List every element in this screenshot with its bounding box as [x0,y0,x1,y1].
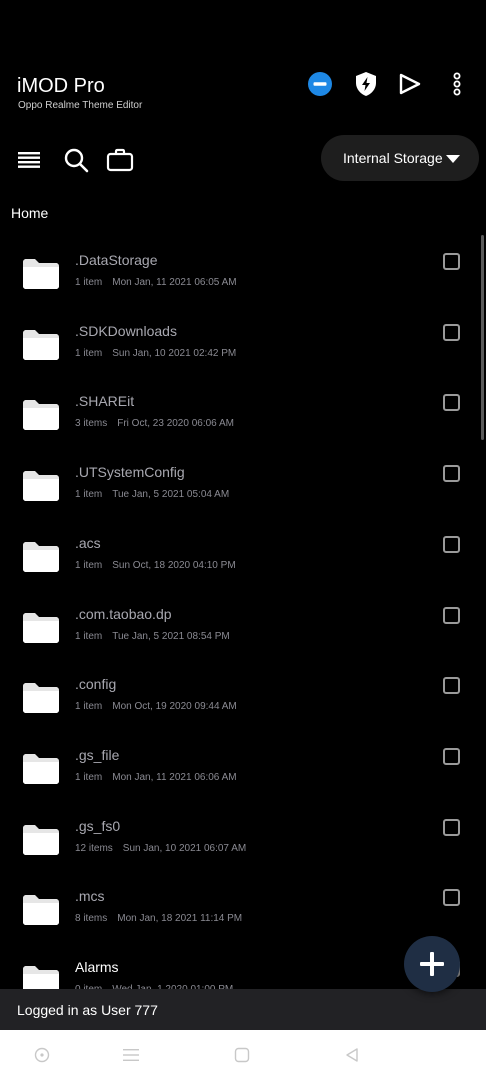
login-status-text: Logged in as User 777 [17,1001,158,1018]
folder-icon [22,541,60,573]
plus-icon [420,952,444,976]
item-count: 8 items [75,913,108,925]
list-icon[interactable] [15,146,43,174]
play-icon[interactable] [396,70,424,98]
list-item[interactable]: .SDKDownloads 1 item Sun Jan, 10 2021 02:4… [0,308,480,378]
select-checkbox[interactable] [443,747,460,765]
file-meta: 1 item Sun Oct, 18 2020 04:10 PM [75,560,236,571]
app-header: iMOD Pro Oppo Realme Theme Editor [0,0,486,130]
item-count: 1 item [75,701,103,713]
folder-icon [22,824,60,856]
shield-bolt-icon[interactable] [352,70,380,98]
file-meta: 1 item Mon Jan, 11 2021 06:05 AM [75,277,237,288]
item-count: 1 item [75,277,103,288]
folder-icon [22,894,60,926]
file-meta: 8 items Mon Jan, 18 2021 11:14 PM [75,913,242,924]
select-checkbox[interactable] [443,535,460,553]
folder-icon [22,753,60,785]
file-meta: 1 item Sun Jan, 10 2021 02:42 PM [75,348,236,359]
list-item[interactable]: .com.taobao.dp 1 item Tue Jan, 5 2021 08:5… [0,591,480,661]
item-count: 1 item [75,489,103,501]
item-count: 1 item [75,771,103,783]
select-checkbox[interactable] [443,253,460,270]
modified-date: Mon Jan, 11 2021 06:06 AM [112,771,237,783]
folder-icon [22,965,60,989]
list-item[interactable]: .gs_fs0 12 items Sun Jan, 10 2021 06:07 AM [0,803,480,873]
file-meta: 1 item Mon Oct, 19 2020 09:44 AM [75,701,237,712]
menu-icon[interactable] [121,1046,141,1064]
list-item[interactable]: .UTSystemConfig 1 item Tue Jan, 5 2021 05:… [0,449,480,519]
briefcase-icon[interactable] [106,146,134,174]
login-status-bar: Logged in as User 777 [0,989,486,1030]
modified-date: Tue Jan, 5 2021 08:54 PM [112,630,230,642]
modified-date: Sun Oct, 18 2020 04:10 PM [112,559,236,571]
storage-label: Internal Storage [343,150,443,166]
modified-date: Mon Jan, 11 2021 06:05 AM [112,277,237,288]
select-checkbox[interactable] [443,889,460,907]
list-item[interactable]: .mcs 8 items Mon Jan, 18 2021 11:14 PM [0,873,480,943]
select-checkbox[interactable] [443,394,460,412]
file-name: .mcs [75,888,105,905]
file-name: .DataStorage [75,252,158,268]
scrollbar[interactable] [481,235,484,440]
breadcrumb[interactable]: Home [11,205,48,221]
chevron-down-icon [446,155,460,163]
file-meta: 1 item Tue Jan, 5 2021 05:04 AM [75,489,229,500]
file-meta: 1 item Mon Jan, 11 2021 06:06 AM [75,772,237,783]
folder-icon [22,329,60,361]
modified-date: Mon Jan, 18 2021 11:14 PM [117,913,243,925]
select-checkbox[interactable] [443,677,460,695]
minus-circle-icon[interactable] [306,70,334,98]
list-item[interactable]: .config 1 item Mon Oct, 19 2020 09:44 AM [0,661,480,731]
item-count: 12 items [75,842,113,854]
app-subtitle: Oppo Realme Theme Editor [18,100,143,111]
file-meta: 1 item Tue Jan, 5 2021 08:54 PM [75,631,230,642]
file-name: .config [75,676,117,693]
file-meta: 3 items Fri Oct, 23 2020 06:06 AM [75,418,234,429]
modified-date: Tue Jan, 5 2021 05:04 AM [112,489,230,501]
home-icon[interactable] [232,1046,252,1064]
file-name: .UTSystemConfig [75,464,185,481]
select-checkbox[interactable] [443,818,460,836]
file-name: .SDKDownloads [75,322,177,339]
select-checkbox[interactable] [443,606,460,624]
folder-icon [22,258,60,290]
list-item[interactable]: .SHAREit 3 items Fri Oct, 23 2020 06:06 AM [0,378,480,448]
storage-dropdown[interactable]: Internal Storage [321,135,479,181]
file-name: .gs_fs0 [75,817,121,834]
item-count: 3 items [75,418,108,430]
select-checkbox[interactable] [443,323,460,341]
more-vert-icon[interactable] [443,70,471,98]
modified-date: Fri Oct, 23 2020 06:06 AM [117,418,234,430]
folder-icon [22,399,60,431]
file-name: .SHAREit [75,393,135,410]
file-meta: 12 items Sun Jan, 10 2021 06:07 AM [75,843,246,854]
app-title: iMOD Pro [17,75,105,97]
list-item[interactable]: .gs_file 1 item Mon Jan, 11 2021 06:06 AM [0,732,480,802]
modified-date: Sun Jan, 10 2021 06:07 AM [122,842,247,854]
item-count: 1 item [75,559,103,571]
item-count: 1 item [75,347,103,359]
folder-icon [22,612,60,644]
folder-icon [22,470,60,502]
file-name: .acs [75,534,101,551]
folder-icon [22,682,60,714]
file-list: .DataStorage 1 item Mon Jan, 11 2021 06:05… [0,237,480,989]
file-name: Alarms [75,959,119,975]
file-name: .com.taobao.dp [75,605,172,622]
list-item[interactable]: .acs 1 item Sun Oct, 18 2020 04:10 PM [0,520,480,590]
select-checkbox[interactable] [443,465,460,483]
add-button[interactable] [404,936,460,992]
system-nav-bar [0,1030,486,1080]
search-icon[interactable] [62,146,90,174]
list-item[interactable]: .DataStorage 1 item Mon Jan, 11 2021 06:05… [0,237,480,307]
back-icon[interactable] [342,1046,362,1064]
modified-date: Sun Jan, 10 2021 02:42 PM [112,347,237,359]
modified-date: Mon Oct, 19 2020 09:44 AM [112,701,237,713]
file-name: .gs_file [75,746,120,763]
item-count: 1 item [75,630,103,642]
assistant-icon[interactable] [32,1046,52,1064]
